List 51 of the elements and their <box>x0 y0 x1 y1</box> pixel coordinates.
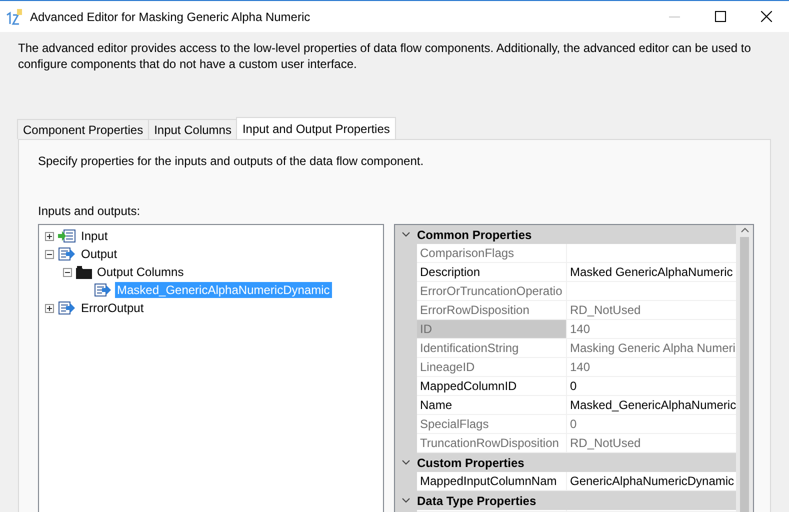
plus-icon <box>46 304 53 312</box>
plus-icon <box>46 232 53 240</box>
category-header: Common Properties <box>417 228 532 242</box>
property-name[interactable]: ErrorRowDisposition <box>417 301 567 319</box>
property-name[interactable]: MappedColumnID <box>417 377 567 395</box>
property-name[interactable]: TruncationRowDisposition <box>417 434 567 452</box>
tree-item[interactable]: ErrorOutput <box>79 300 146 316</box>
expand-toggle[interactable] <box>45 304 54 312</box>
property-name[interactable]: ComparisonFlags <box>417 244 567 262</box>
tab[interactable]: Input and Output Properties <box>236 117 396 139</box>
expand-toggle[interactable] <box>45 232 54 240</box>
window-title: Advanced Editor for Masking Generic Alpha Numeric <box>30 10 312 24</box>
panel-hint: Specify properties for the inputs and outputs of the data flow component. <box>38 154 425 168</box>
property-value[interactable]: 140 <box>567 320 736 338</box>
category-header: Custom Properties <box>417 456 524 470</box>
tab[interactable]: Component Properties <box>17 119 150 139</box>
close-icon <box>760 11 772 22</box>
property-value[interactable]: 140 <box>567 358 736 376</box>
property-name[interactable]: SpecialFlags <box>417 415 567 433</box>
scrollbar[interactable] <box>736 225 753 512</box>
property-name[interactable]: Description <box>417 263 567 281</box>
category-header: Data Type Properties <box>417 494 536 508</box>
property-value[interactable]: Masked GenericAlphaNumeric <box>567 263 736 281</box>
minimize-icon <box>668 16 680 18</box>
tree-label: Inputs and outputs: <box>38 204 142 218</box>
tab[interactable]: Input Columns <box>148 119 238 139</box>
tree-item[interactable]: Output <box>79 246 120 262</box>
tree-item[interactable]: Input <box>79 228 110 244</box>
output-arrow-icon <box>58 247 76 261</box>
property-name[interactable]: MappedInputColumnNam <box>417 472 567 490</box>
property-value[interactable]: RD_NotUsed <box>567 301 736 319</box>
output-arrow-icon <box>58 301 76 315</box>
maximize-icon <box>714 11 726 22</box>
input-arrow-icon <box>58 229 76 243</box>
app-icon <box>6 8 24 24</box>
property-value[interactable]: RD_NotUsed <box>567 434 736 452</box>
tree-item[interactable]: Output Columns <box>95 264 186 280</box>
collapse-toggle[interactable] <box>63 268 72 276</box>
property-name[interactable]: ErrorOrTruncationOperatio <box>417 282 567 300</box>
folder-icon <box>76 266 92 278</box>
collapse-toggle[interactable] <box>45 250 54 258</box>
property-value[interactable]: 0 <box>567 377 736 395</box>
property-value[interactable]: Masking Generic Alpha Numeri <box>567 339 736 357</box>
property-name[interactable]: IdentificationString <box>417 339 567 357</box>
description-text: The advanced editor provides access to the low-level properties of data flow components. Additionally, the advanced editor can be used to configure components that do not have a custom user interface. <box>18 40 752 72</box>
property-value[interactable]: GenericAlphaNumericDynamic <box>567 472 736 490</box>
property-value[interactable]: Masked_GenericAlphaNumeric <box>567 396 736 414</box>
output-arrow-icon <box>94 283 112 297</box>
property-name[interactable]: Name <box>417 396 567 414</box>
property-name[interactable]: LineageID <box>417 358 567 376</box>
property-value[interactable]: 0 <box>567 415 736 433</box>
